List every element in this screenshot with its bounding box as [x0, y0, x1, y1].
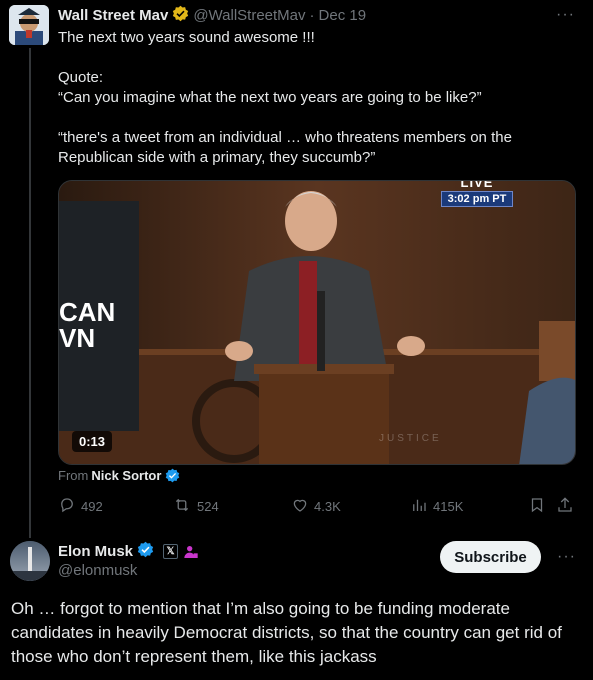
video-player[interactable]: CAN VN LIVE 3:02 pm PT JUSTICE 0:13 [58, 180, 576, 465]
main-tweet-text: Oh … forgot to mention that I’m also goi… [11, 599, 562, 666]
live-time: 3:02 pm PT [441, 191, 513, 207]
live-indicator: LIVE 3:02 pm PT [441, 181, 513, 207]
quote-label: Quote: [58, 69, 104, 86]
author-name[interactable]: Wall Street Mav [58, 7, 168, 24]
from-attribution: From Nick Sortor [58, 468, 180, 483]
verified-blue-icon [165, 468, 180, 483]
views-icon [410, 496, 428, 517]
share-button[interactable] [556, 496, 574, 517]
separator-dot: · [309, 6, 315, 24]
government-official-icon [183, 544, 199, 560]
video-banner-text: CAN VN [59, 299, 115, 351]
bookmark-icon [528, 496, 546, 517]
repost-button[interactable]: 524 [172, 496, 219, 517]
like-button[interactable]: 4.3K [291, 496, 341, 517]
subscribe-button[interactable]: Subscribe [440, 541, 541, 573]
reply-icon [58, 496, 76, 517]
author-handle[interactable]: @WallStreetMav [193, 7, 305, 24]
repost-icon [172, 496, 192, 517]
quote-line-1: “Can you imagine what the next two years… [58, 89, 482, 106]
tweet-date[interactable]: Dec 19 [319, 7, 367, 24]
tweet-text-line: The next two years sound awesome !!! [58, 29, 315, 46]
main-tweet-header: Elon Musk 𝕏 [58, 541, 199, 562]
repost-count: 524 [197, 499, 219, 514]
quote-line-2: “there's a tweet from an individual … wh… [58, 129, 512, 166]
author-name[interactable]: Elon Musk [58, 543, 133, 560]
from-label: From [58, 468, 89, 483]
banner-line-1: CAN [59, 297, 116, 327]
tweet-actions: 492 524 4.3K 415K [58, 496, 578, 520]
author-handle[interactable]: @elonmusk [58, 562, 137, 579]
quoted-tweet-header: Wall Street Mav @WallStreetMav · Dec 19 [58, 5, 366, 25]
views-count: 415K [433, 499, 464, 514]
verified-blue-icon [137, 541, 154, 562]
more-horizontal-icon[interactable]: ··· [557, 548, 576, 566]
heart-icon [291, 496, 309, 517]
video-duration: 0:13 [72, 431, 113, 452]
live-label: LIVE [460, 180, 494, 190]
reply-button[interactable]: 492 [58, 496, 103, 517]
avatar-wallstreetmav[interactable] [9, 5, 49, 45]
avatar-elonmusk[interactable] [10, 541, 50, 581]
from-name[interactable]: Nick Sortor [91, 468, 161, 483]
quoted-tweet-text: The next two years sound awesome !!! Quo… [58, 28, 578, 188]
verified-gold-icon [172, 5, 189, 26]
thread-line [29, 48, 31, 538]
video-frame [59, 181, 575, 464]
share-icon [556, 496, 574, 517]
like-count: 4.3K [314, 499, 341, 514]
reply-count: 492 [81, 499, 103, 514]
bookmark-button[interactable] [528, 496, 546, 517]
views-button[interactable]: 415K [410, 496, 463, 517]
banner-line-2: VN [59, 323, 96, 353]
more-horizontal-icon[interactable]: ··· [556, 6, 575, 24]
video-watermark: JUSTICE [379, 433, 442, 444]
x-affiliate-badge[interactable]: 𝕏 [163, 544, 179, 559]
